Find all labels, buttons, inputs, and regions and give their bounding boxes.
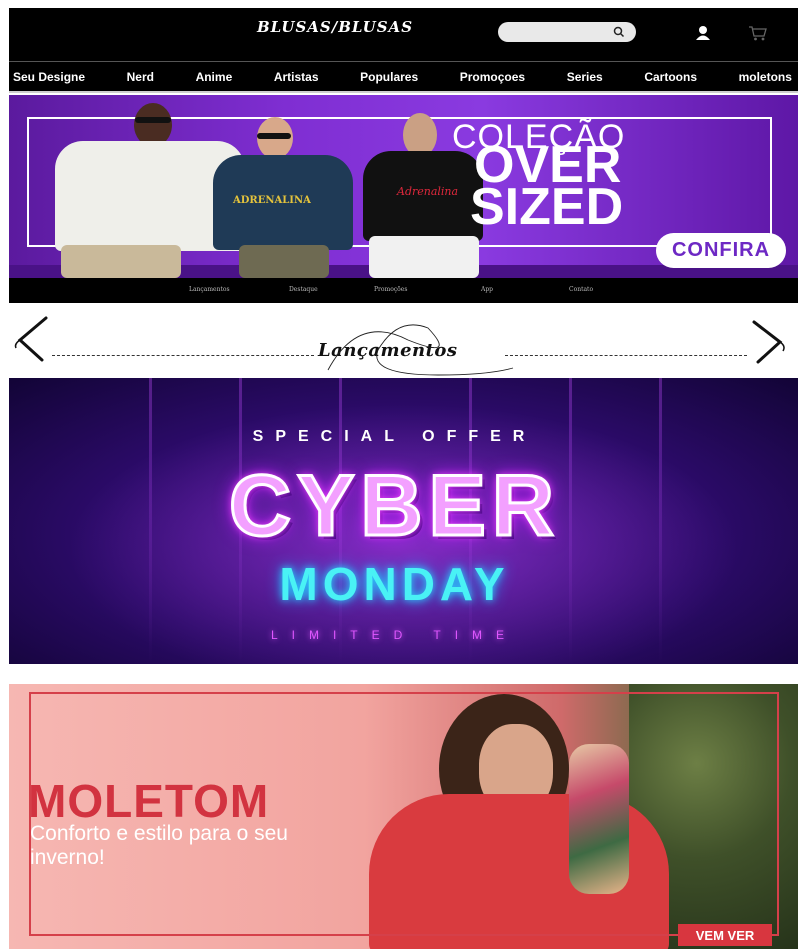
nav-item-series[interactable]: Series [567,70,603,84]
nav-item-seu-designe[interactable]: Seu Designe [13,70,85,84]
search-icon[interactable] [612,25,626,39]
nav-item-nerd[interactable]: Nerd [127,70,154,84]
hero-tee-print-2: Adrenalina [397,185,459,198]
nav-item-moletons[interactable]: moletons [739,70,792,84]
nav-item-anime[interactable]: Anime [196,70,233,84]
hero-tee-print-1: ADRENALINA [233,195,311,206]
moletom-subtitle: Conforto e estilo para o seu inverno! [30,822,288,869]
nav-item-artistas[interactable]: Artistas [274,70,319,84]
nav-item-populares[interactable]: Populares [360,70,418,84]
user-icon[interactable] [694,24,712,42]
chevron-right-icon[interactable] [748,318,788,366]
subnav-item-app[interactable]: App [481,286,493,293]
hero-title-line-3: SIZED [470,178,624,236]
chevron-left-icon[interactable] [12,314,52,364]
subnav-item-promocoes[interactable]: Promoções [374,286,407,293]
hero-model-2: ADRENALINA [209,113,359,278]
main-nav: Seu Designe Nerd Anime Artistas Populare… [9,61,798,93]
confira-button[interactable]: CONFIRA [656,233,786,268]
moletom-title: MOLETOM [28,775,270,827]
subnav-item-lancamentos[interactable]: Lançamentos [189,286,230,293]
nav-item-promocoes[interactable]: Promoçoes [460,70,525,84]
site-logo[interactable]: BLUSAS/BLUSAS [255,18,415,36]
section-title-flourish [327,324,514,376]
subnav-item-contato[interactable]: Contato [569,286,593,293]
vem-ver-button[interactable]: VEM VER [678,924,772,946]
subnav-item-destaque[interactable]: Destaque [289,286,318,293]
section-divider-right [505,355,747,356]
cart-icon[interactable] [748,25,768,41]
sub-nav: Lançamentos Destaque Promoções App Conta… [9,278,798,303]
section-divider-left [52,355,314,356]
cyber-title: CYBER [227,458,561,554]
cyber-monday-title: MONDAY [279,558,510,610]
nav-item-cartoons[interactable]: Cartoons [644,70,697,84]
cyber-special-offer: SPECIAL OFFER [252,428,537,445]
cyber-limited-time: LIMITED TIME [270,628,519,642]
